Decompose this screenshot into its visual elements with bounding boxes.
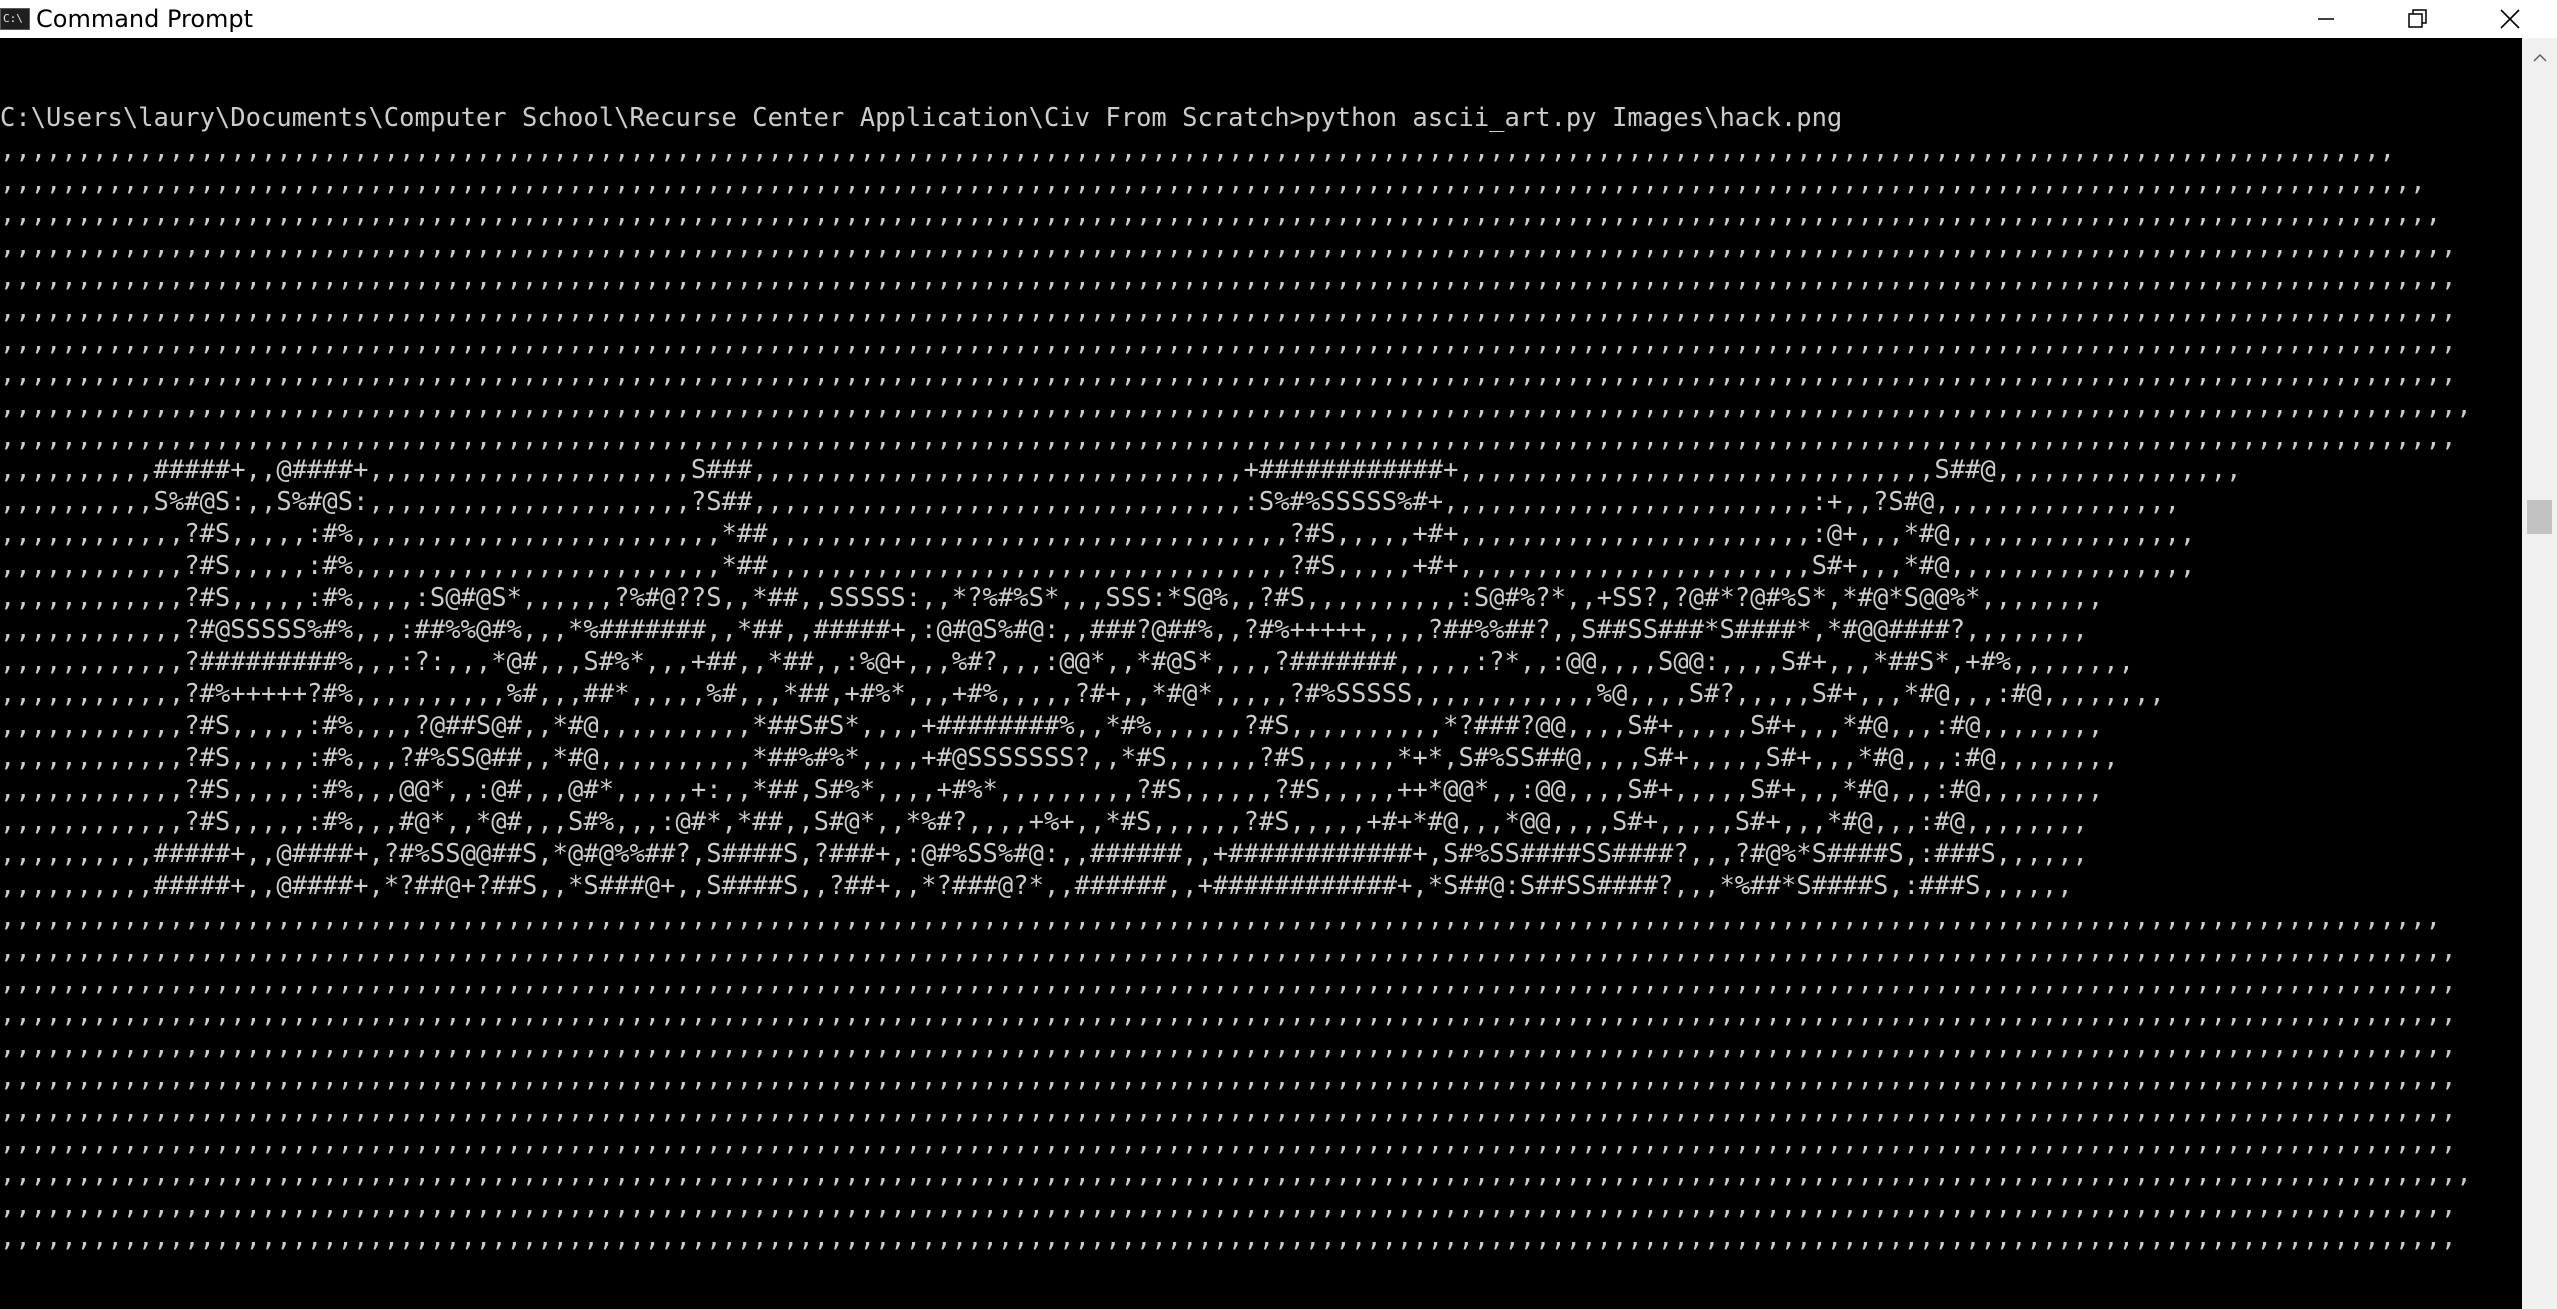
restore-button[interactable]: [2372, 0, 2464, 38]
scroll-up-arrow-icon: [2532, 53, 2547, 62]
minimize-button[interactable]: [2280, 0, 2372, 38]
minimize-icon: [2318, 18, 2334, 20]
scroll-up-button[interactable]: [2522, 38, 2557, 78]
window-title: Command Prompt: [36, 5, 254, 33]
scrollbar-thumb[interactable]: [2527, 500, 2552, 534]
title-bar[interactable]: C:\ Command Prompt: [0, 0, 2557, 38]
ascii-art-output: ,,,,,,,,,,,,,,,,,,,,,,,,,,,,,,,,,,,,,,,,…: [0, 135, 2472, 1253]
console-output-area[interactable]: C:\Users\laury\Documents\Computer School…: [0, 38, 2522, 1309]
restore-icon: [2408, 9, 2427, 28]
command-prompt-icon[interactable]: C:\: [0, 8, 30, 30]
command-prompt-window: C:\ Command Prompt C:\Users\laury\Docume…: [0, 0, 2557, 1309]
vertical-scrollbar[interactable]: [2522, 38, 2557, 1309]
command-line: C:\Users\laury\Documents\Computer School…: [0, 103, 1843, 133]
close-icon: [2500, 9, 2520, 29]
close-button[interactable]: [2464, 0, 2556, 38]
